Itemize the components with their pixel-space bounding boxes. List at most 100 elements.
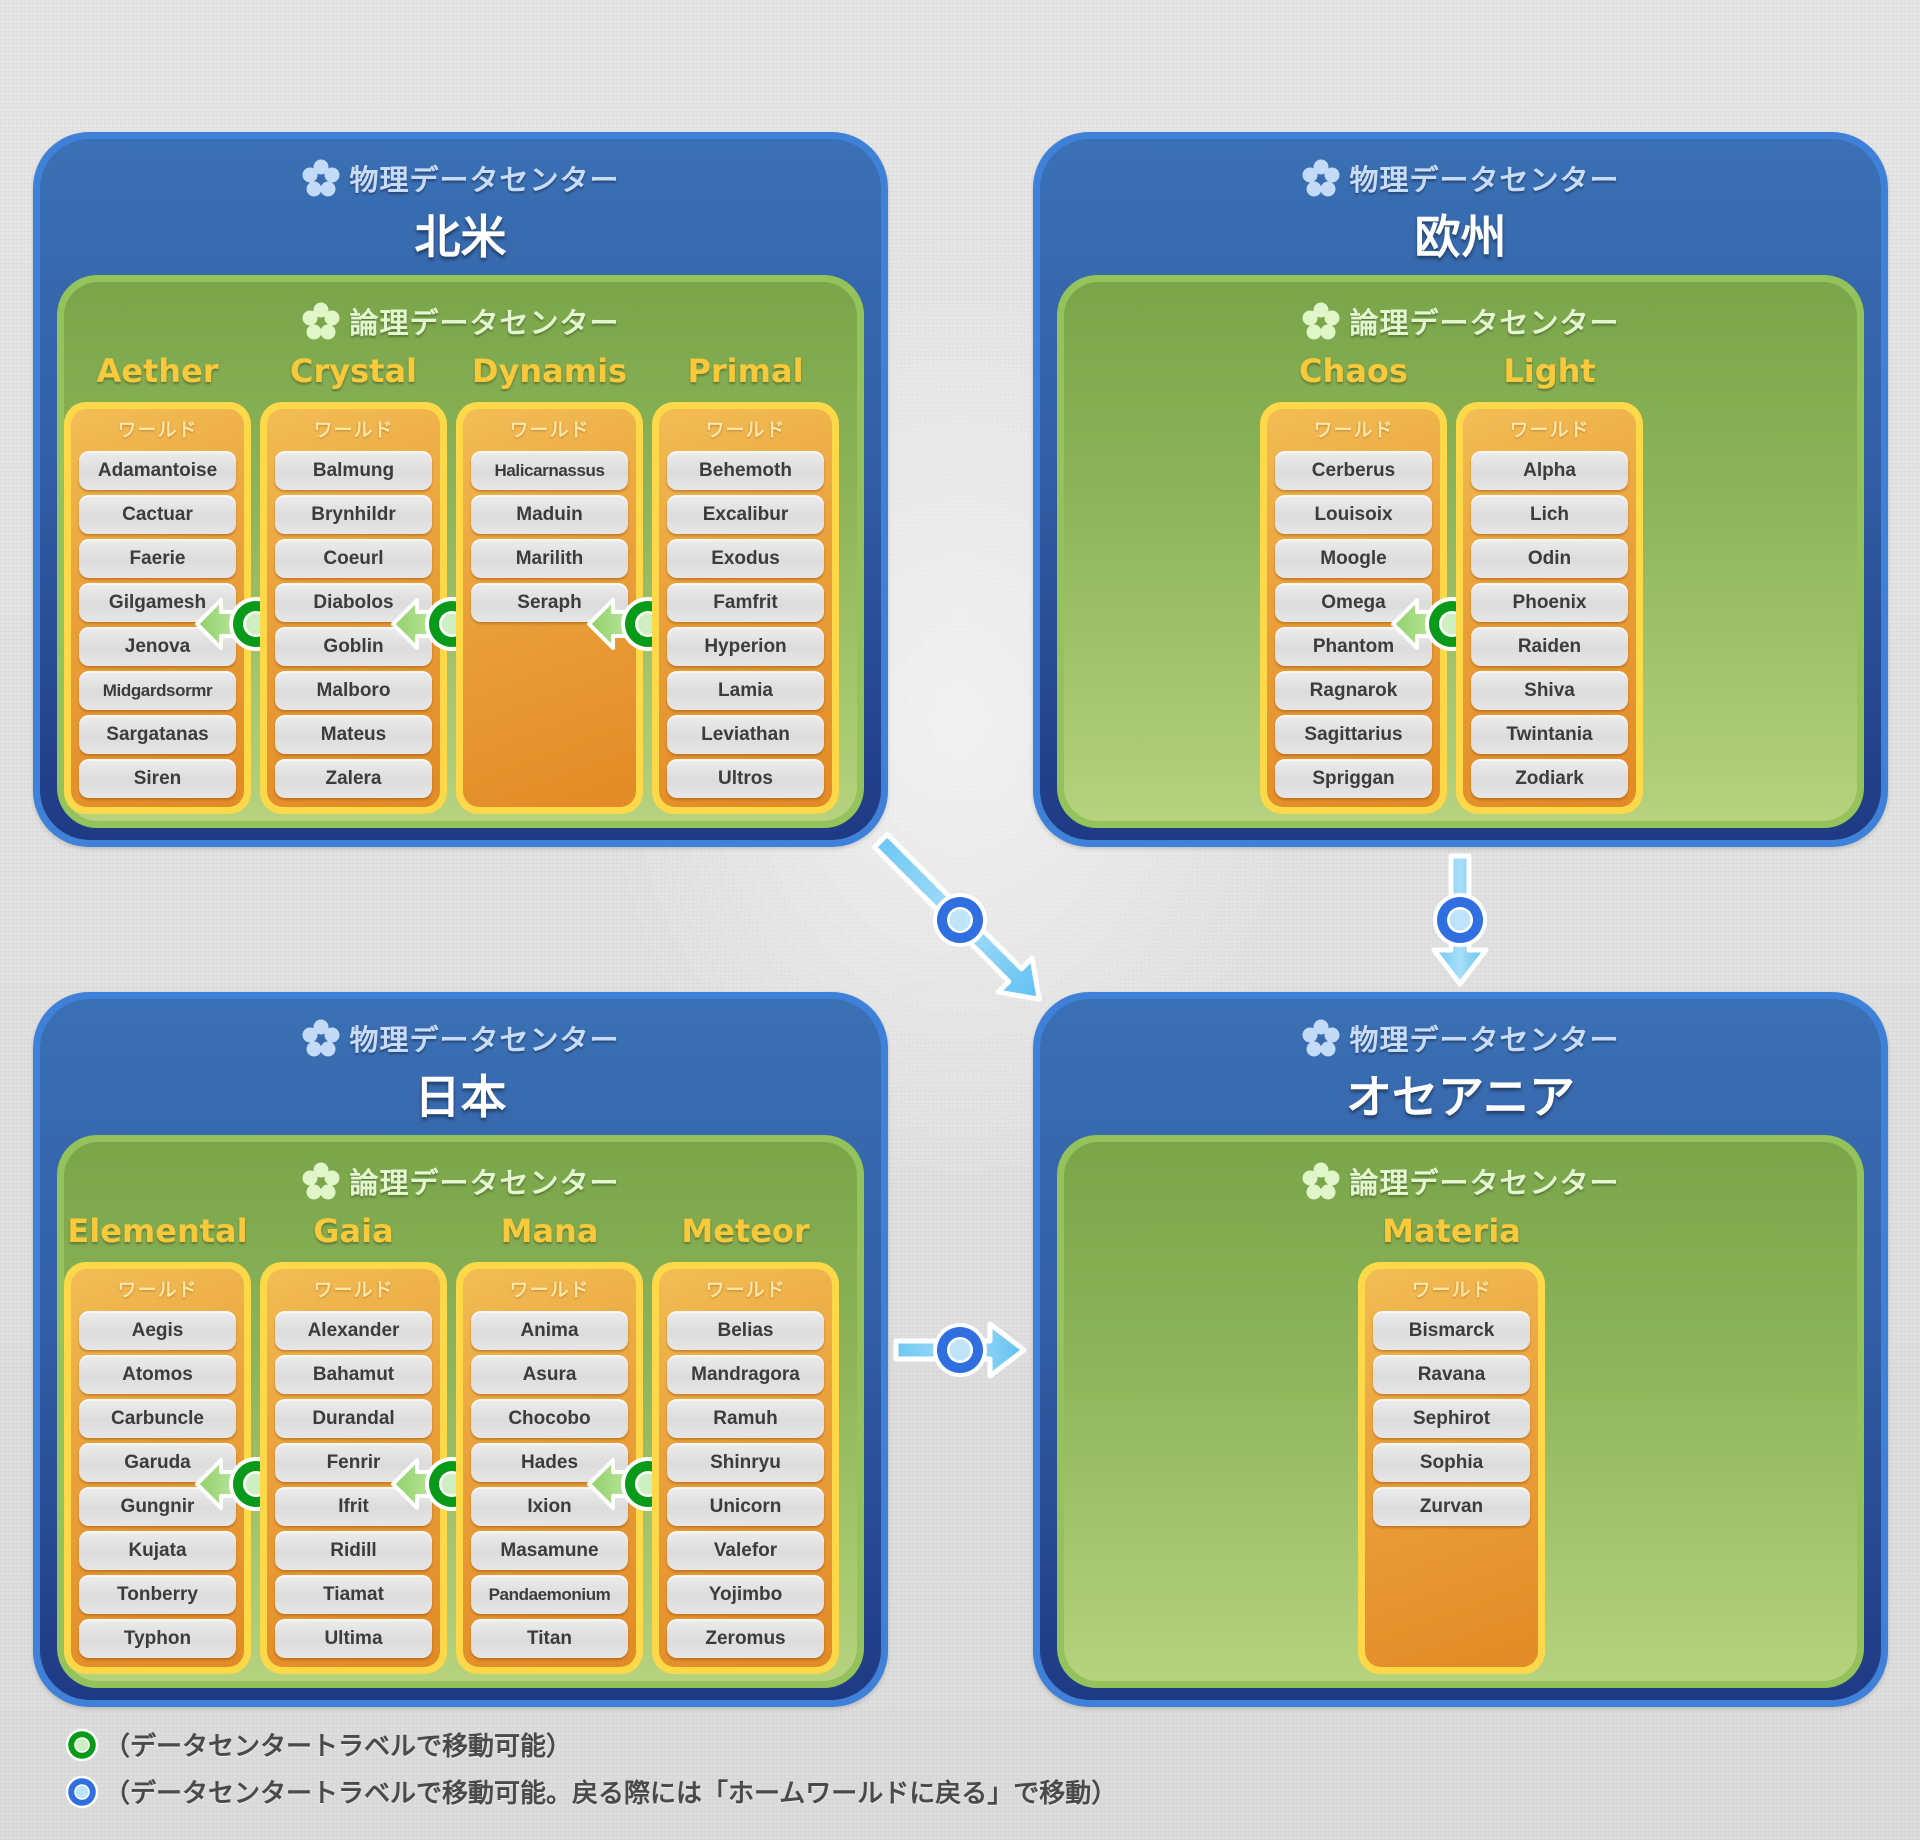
logical-dc-label: 論理データセンター [1064,300,1857,342]
world-card: Mandragora [667,1355,824,1394]
world-list-primal: ワールド Behemoth Excalibur Exodus Famfrit Hyperi… [652,402,839,814]
region-panel-jp: 物理データセンター 日本 論理データセンター Elemental ワールド Aegi… [33,992,888,1707]
flower-icon [301,158,341,198]
world-card: Valefor [667,1531,824,1570]
world-card: Sephirot [1373,1399,1530,1438]
world-card: Pandaemonium [471,1575,628,1614]
world-card: Cactuar [79,495,236,534]
world-card: Ramuh [667,1399,824,1438]
world-card: Mateus [275,715,432,754]
world-list-body: ワールド Belias Mandragora Ramuh Shinryu Unicorn V… [659,1269,832,1667]
logical-dc-panel: 論理データセンター Chaos ワールド Cerberus Louisoix Moogl… [1057,275,1864,828]
physical-dc-label: 物理データセンター [1040,1017,1881,1059]
data-center-name: Gaia [313,1212,394,1250]
region-title: 日本 [414,1070,507,1124]
region-title: 欧州 [1414,210,1507,264]
world-card: Zodiark [1471,759,1628,798]
world-list-body: ワールド Behemoth Excalibur Exodus Famfrit Hyperi… [659,409,832,807]
world-card: Leviathan [667,715,824,754]
world-card: Bahamut [275,1355,432,1394]
flower-icon [1301,1161,1341,1201]
world-card: Ultima [275,1619,432,1658]
world-card: Kujata [79,1531,236,1570]
world-card: Alexander [275,1311,432,1350]
world-card: Twintania [1471,715,1628,754]
data-center-name: Materia [1382,1212,1521,1250]
green-ring-icon [65,1728,99,1761]
world-card: Tiamat [275,1575,432,1614]
data-center-name: Meteor [681,1212,810,1250]
world-card: Ravana [1373,1355,1530,1394]
world-card: Maduin [471,495,628,534]
logical-dc-label: 論理データセンター [64,300,857,342]
world-card: Carbuncle [79,1399,236,1438]
legend-item-blue: （データセンタートラベルで移動可能。戻る際には「ホームワールドに戻る」で移動） [64,1773,1117,1810]
jp-to-oceania-arrow [893,1321,1027,1379]
world-header: ワールド [509,1279,590,1301]
world-card: Halicarnassus [471,451,628,490]
data-center-name: Aether [96,352,219,390]
data-center-name: Dynamis [471,352,628,390]
world-card: Unicorn [667,1487,824,1526]
world-header: ワールド [509,419,590,441]
world-card: Excalibur [667,495,824,534]
world-card: Brynhildr [275,495,432,534]
region-title: オセアニア [1345,1070,1576,1124]
flower-icon [301,301,341,341]
world-header: ワールド [1313,419,1394,441]
world-card: Durandal [275,1399,432,1438]
data-center-name: Elemental [67,1212,248,1250]
world-header: ワールド [313,1279,394,1301]
world-card: Asura [471,1355,628,1394]
logical-dc-panel: 論理データセンター Aether ワールド Adamantoise Cactuar Fa… [57,275,864,828]
region-panel-eu: 物理データセンター 欧州 論理データセンター Chaos ワールド Cerberus… [1033,132,1888,847]
legend-item-green: （データセンタートラベルで移動可能） [64,1726,572,1763]
world-card: Ultros [667,759,824,798]
world-card: Sagittarius [1275,715,1432,754]
flower-icon [1301,301,1341,341]
world-card: Aegis [79,1311,236,1350]
world-card: Adamantoise [79,451,236,490]
blue-ring-icon [65,1775,99,1808]
world-card: Phoenix [1471,583,1628,622]
na-to-oceania-arrow [871,831,1042,1002]
blue-ring-icon [1433,893,1487,947]
eu-to-oceania-arrow [1431,853,1489,987]
world-card: Cerberus [1275,451,1432,490]
world-card: Chocobo [471,1399,628,1438]
physical-dc-label: 物理データセンター [1040,157,1881,199]
world-card: Famfrit [667,583,824,622]
flower-icon [301,1018,341,1058]
world-header: ワールド [117,419,198,441]
data-center-name: Crystal [289,352,418,390]
region-title: 北米 [414,210,507,264]
world-card: Moogle [1275,539,1432,578]
world-card: Zalera [275,759,432,798]
world-header: ワールド [705,1279,786,1301]
blue-ring-icon [933,893,987,947]
world-card: Sargatanas [79,715,236,754]
world-header: ワールド [1411,1279,1492,1301]
world-list-body: ワールド Bismarck Ravana Sephirot Sophia Zurvan [1365,1269,1538,1667]
world-card: Siren [79,759,236,798]
world-card: Louisoix [1275,495,1432,534]
world-card: Balmung [275,451,432,490]
world-header: ワールド [313,419,394,441]
data-center-name: Light [1503,352,1596,390]
world-card: Belias [667,1311,824,1350]
world-card: Coeurl [275,539,432,578]
world-card: Shiva [1471,671,1628,710]
world-header: ワールド [705,419,786,441]
physical-dc-label: 物理データセンター [40,157,881,199]
logical-dc-label: 論理データセンター [1064,1160,1857,1202]
world-card: Lich [1471,495,1628,534]
world-card: Lamia [667,671,824,710]
world-card: Marilith [471,539,628,578]
world-list-meteor: ワールド Belias Mandragora Ramuh Shinryu Unicorn V… [652,1262,839,1674]
world-card: Midgardsormr [79,671,236,710]
world-card: Sophia [1373,1443,1530,1482]
world-card: Spriggan [1275,759,1432,798]
world-card: Zurvan [1373,1487,1530,1526]
world-card: Typhon [79,1619,236,1658]
world-card: Odin [1471,539,1628,578]
